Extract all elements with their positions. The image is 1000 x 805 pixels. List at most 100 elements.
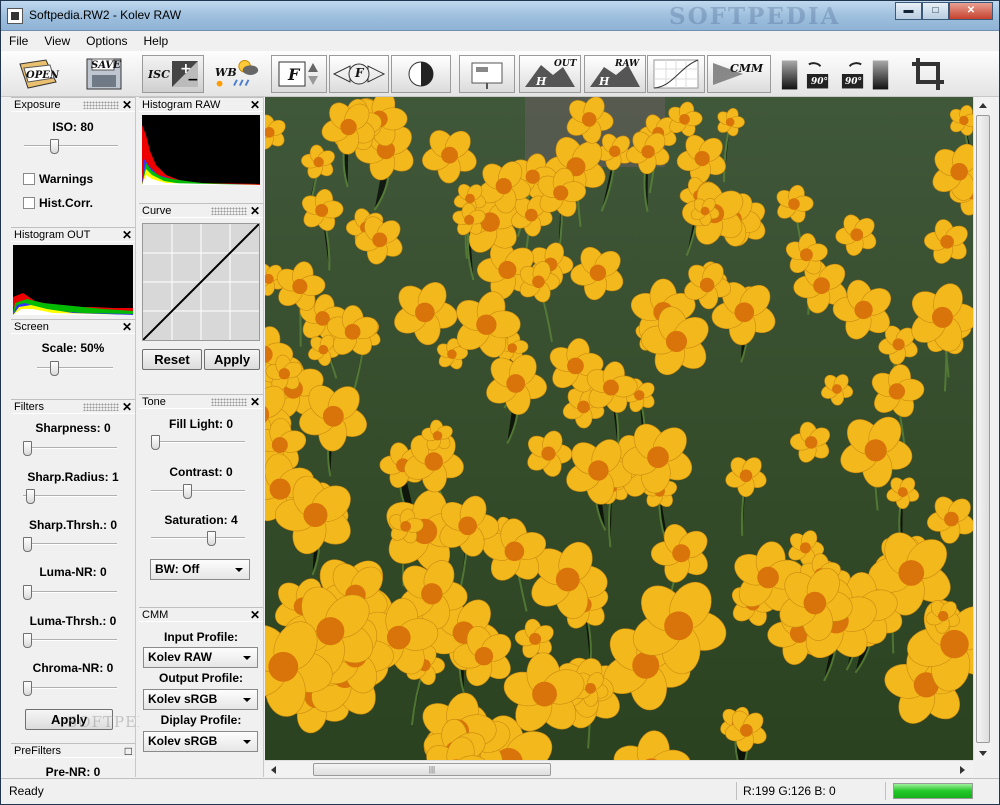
- screen-icon: [471, 62, 503, 89]
- chevron-down-icon: [243, 698, 251, 702]
- screen-panel: Screen ✕ Scale: 50%: [11, 319, 135, 399]
- status-separator: [736, 782, 737, 800]
- fill-light-label: Fill Light: 0: [169, 417, 233, 431]
- histogram-out-graph: [13, 245, 133, 315]
- iso-slider[interactable]: [24, 139, 118, 154]
- crop-icon: [912, 58, 944, 90]
- filters-close-icon[interactable]: ✕: [122, 400, 132, 414]
- histogram-out-close-icon[interactable]: ✕: [122, 228, 132, 242]
- curve-title: Curve: [142, 205, 172, 217]
- exposure-grip[interactable]: [83, 101, 119, 109]
- chevron-down-icon: [243, 740, 251, 744]
- save-button[interactable]: SAVE: [81, 55, 127, 93]
- open-button[interactable]: OPEN: [15, 55, 61, 93]
- progress-fill: [894, 784, 972, 798]
- title-watermark: SOFTPEDIA: [669, 3, 841, 30]
- curve-header: Curve ✕: [139, 203, 263, 218]
- tone-grip[interactable]: [211, 398, 247, 406]
- display-profile-select[interactable]: Kolev sRGB: [143, 731, 258, 752]
- tone-title: Tone: [142, 396, 166, 408]
- crop-button[interactable]: [905, 55, 951, 93]
- curve-icon: [653, 59, 699, 89]
- histogram-raw-graph: [142, 115, 260, 185]
- output-profile-select[interactable]: Kolev sRGB: [143, 689, 258, 710]
- chevron-down-icon: [235, 568, 243, 572]
- histogram-raw-close-icon[interactable]: ✕: [250, 98, 260, 112]
- sharpness-label: Sharpness: 0: [35, 421, 111, 435]
- menu-view[interactable]: View: [36, 31, 78, 51]
- close-button[interactable]: ✕: [949, 2, 993, 20]
- screen-close-icon[interactable]: ✕: [122, 320, 132, 334]
- status-text: Ready: [9, 784, 44, 798]
- luma-thrsh-slider[interactable]: [23, 633, 117, 648]
- histogram-raw-button[interactable]: RAW H: [584, 55, 646, 93]
- filters-title: Filters: [14, 401, 44, 413]
- warnings-checkbox[interactable]: Warnings: [23, 172, 93, 186]
- output-profile-value: Kolev sRGB: [148, 692, 218, 706]
- filter-arrows-icon: [332, 63, 386, 85]
- status-bar: Ready R:199 G:126 B: 0: [1, 778, 999, 804]
- horizontal-scrollbar[interactable]: |||: [265, 760, 973, 777]
- scroll-up-icon[interactable]: [979, 103, 987, 108]
- maximize-button[interactable]: □: [922, 2, 949, 20]
- exposure-header: Exposure ✕: [11, 97, 135, 112]
- screen-button[interactable]: [459, 55, 515, 93]
- menu-options[interactable]: Options: [78, 31, 135, 51]
- histogram-out-title: Histogram OUT: [14, 229, 91, 241]
- luma-nr-slider[interactable]: [23, 585, 117, 600]
- menu-help[interactable]: Help: [136, 31, 177, 51]
- curve-reset-button[interactable]: Reset: [142, 349, 202, 370]
- scroll-left-icon[interactable]: [271, 766, 276, 774]
- bw-select[interactable]: BW: Off: [150, 559, 250, 580]
- vertical-scroll-thumb[interactable]: [976, 115, 990, 743]
- minimize-button[interactable]: ▬: [895, 2, 922, 20]
- filter-button[interactable]: F: [271, 55, 327, 93]
- rotate-right-button[interactable]: 90°: [839, 55, 895, 93]
- image-canvas[interactable]: [265, 97, 973, 760]
- menu-file[interactable]: File: [1, 31, 36, 51]
- exposure-button[interactable]: + − ISC: [142, 55, 204, 93]
- input-profile-select[interactable]: Kolev RAW: [143, 647, 258, 668]
- sharp-thrsh-slider[interactable]: [23, 537, 117, 552]
- horizontal-scroll-thumb[interactable]: |||: [313, 763, 551, 776]
- cmm-close-icon[interactable]: ✕: [250, 608, 260, 622]
- svg-text:−: −: [187, 72, 199, 88]
- contrast-button[interactable]: [391, 55, 451, 93]
- pixel-rgb-readout: R:199 G:126 B: 0: [743, 784, 836, 798]
- tone-close-icon[interactable]: ✕: [250, 395, 260, 409]
- curve-editor[interactable]: [142, 223, 260, 341]
- image-divider: [263, 97, 264, 777]
- rotate-left-button[interactable]: 90°: [777, 55, 833, 93]
- scale-slider[interactable]: [37, 361, 113, 376]
- filters-grip[interactable]: [83, 403, 119, 411]
- histogram-out-button[interactable]: OUT H: [519, 55, 581, 93]
- filter-icon: [278, 61, 318, 87]
- rotate-left-icon: [781, 60, 829, 90]
- saturation-slider[interactable]: [151, 531, 245, 546]
- display-profile-label: Diplay Profile:: [160, 713, 242, 727]
- filter-arrows-button[interactable]: F: [329, 55, 389, 93]
- curve-button[interactable]: [647, 55, 705, 93]
- curve-close-icon[interactable]: ✕: [250, 204, 260, 218]
- exposure-close-icon[interactable]: ✕: [122, 98, 132, 112]
- open-icon: [19, 59, 57, 89]
- scroll-right-icon[interactable]: [960, 766, 965, 774]
- white-balance-button[interactable]: WB: [207, 55, 263, 93]
- scroll-down-icon[interactable]: [979, 751, 987, 756]
- cmm-button[interactable]: CMM: [707, 55, 771, 93]
- chroma-nr-slider[interactable]: [23, 681, 117, 696]
- sharp-radius-slider[interactable]: [23, 489, 117, 504]
- column-divider: [135, 97, 136, 777]
- curve-grip[interactable]: [211, 207, 247, 215]
- histogram-out-header: Histogram OUT ✕: [11, 227, 135, 242]
- vertical-scrollbar[interactable]: [973, 97, 991, 760]
- sharpness-slider[interactable]: [23, 441, 117, 456]
- hist-corr-checkbox[interactable]: Hist.Corr.: [23, 196, 93, 210]
- curve-apply-button[interactable]: Apply: [204, 349, 260, 370]
- bw-value: BW: Off: [155, 562, 200, 576]
- fill-light-slider[interactable]: [151, 435, 245, 450]
- hist-corr-label: Hist.Corr.: [39, 196, 94, 210]
- prefilters-restore-icon[interactable]: □: [125, 744, 132, 758]
- app-icon[interactable]: [7, 8, 23, 24]
- contrast-slider[interactable]: [151, 484, 245, 499]
